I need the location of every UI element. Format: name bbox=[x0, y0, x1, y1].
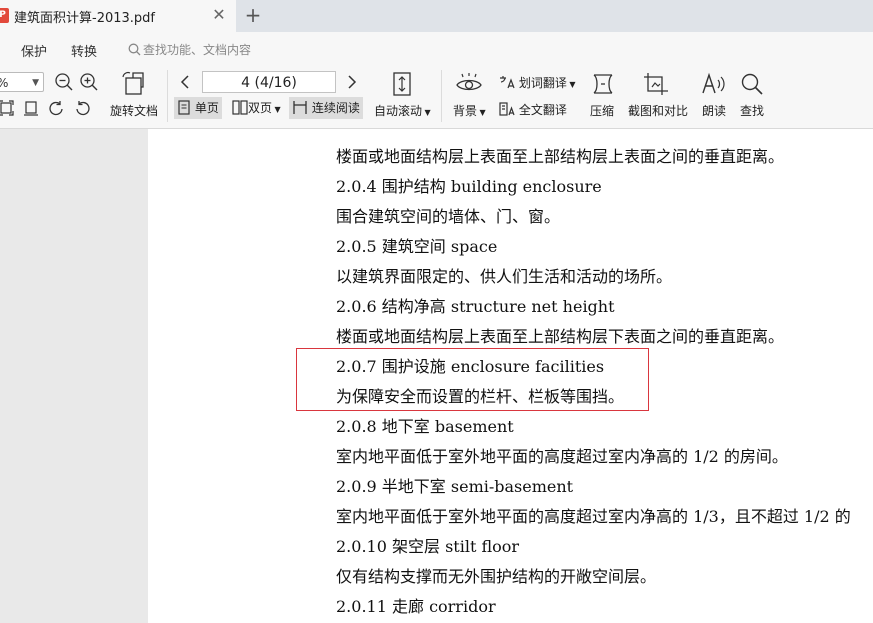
chevron-left-icon[interactable] bbox=[179, 74, 191, 90]
word-translate-icon bbox=[500, 76, 515, 89]
menu-bar: 保护 转换 查找功能、文档内容 bbox=[0, 32, 873, 66]
zoom-out-icon[interactable] bbox=[54, 72, 74, 92]
rotate-document-label[interactable]: 旋转文档 bbox=[110, 102, 158, 119]
rotate-right-icon[interactable] bbox=[73, 100, 91, 116]
doc-term-heading: 2.0.5 建筑空间 space bbox=[336, 237, 498, 256]
close-tab-icon[interactable]: ✕ bbox=[210, 5, 228, 25]
doc-term-heading: 2.0.4 围护结构 building enclosure bbox=[336, 177, 602, 196]
doc-line: 室内地平面低于室外地平面的高度超过室内净高的 1/3，且不超过 1/2 的 bbox=[336, 507, 851, 526]
document-page[interactable]: · · · · · · · · · · 楼面或地面结构层上表面至上部结构层上表面… bbox=[148, 129, 873, 623]
background-label: 背景 bbox=[453, 104, 478, 118]
toolbar-divider bbox=[167, 70, 168, 122]
tab-bar: P 建筑面积计算-2013.pdf ✕ + bbox=[0, 0, 873, 32]
single-page-icon bbox=[178, 100, 190, 115]
chevron-down-icon: ▼ bbox=[422, 108, 431, 117]
chevron-down-icon: ▼ bbox=[32, 78, 39, 88]
search-box[interactable]: 查找功能、文档内容 bbox=[128, 41, 251, 58]
full-translate-label: 全文翻译 bbox=[518, 103, 567, 117]
zoom-in-icon[interactable] bbox=[79, 72, 99, 92]
read-aloud-icon[interactable] bbox=[701, 71, 727, 97]
doc-term-heading: 2.0.8 地下室 basement bbox=[336, 417, 514, 436]
full-translate-button[interactable]: 全文翻译 bbox=[499, 101, 567, 118]
zoom-value: % bbox=[0, 76, 8, 90]
left-panel bbox=[0, 129, 148, 623]
word-translate-label: 划词翻译 bbox=[518, 76, 567, 90]
double-page-icon bbox=[232, 100, 248, 115]
single-page-button[interactable]: 单页 bbox=[174, 97, 222, 119]
doc-term-heading: 2.0.10 架空层 stilt floor bbox=[336, 537, 520, 556]
search-placeholder: 查找功能、文档内容 bbox=[143, 43, 252, 57]
partial-clipped-line: · · · · · · · · · · bbox=[336, 129, 433, 134]
search-icon bbox=[128, 43, 141, 56]
highlight-box bbox=[296, 348, 649, 411]
doc-line: 楼面或地面结构层上表面至上部结构层上表面之间的垂直距离。 bbox=[336, 147, 785, 166]
continuous-reading-icon bbox=[293, 101, 307, 114]
chevron-down-icon: ▼ bbox=[477, 108, 486, 117]
continuous-reading-button[interactable]: 连续阅读 bbox=[289, 97, 363, 119]
new-tab-button[interactable]: + bbox=[243, 4, 263, 26]
read-aloud-label[interactable]: 朗读 bbox=[702, 102, 726, 119]
chevron-right-icon[interactable] bbox=[346, 74, 358, 90]
screenshot-compare-label[interactable]: 截图和对比 bbox=[628, 102, 688, 119]
rotate-left-icon[interactable] bbox=[48, 100, 66, 116]
screenshot-compare-icon[interactable] bbox=[643, 72, 669, 96]
toolbar-divider bbox=[441, 70, 442, 122]
continuous-reading-label: 连续阅读 bbox=[311, 101, 360, 115]
doc-line: 以建筑界面限定的、供人们生活和活动的场所。 bbox=[336, 267, 673, 286]
page-number-input[interactable]: 4 (4/16) bbox=[202, 71, 336, 93]
background-button[interactable]: 背景 ▼ bbox=[453, 102, 486, 119]
full-translate-icon bbox=[499, 102, 515, 116]
eye-icon[interactable] bbox=[455, 72, 483, 94]
pdf-file-icon: P bbox=[0, 8, 9, 23]
find-icon[interactable] bbox=[740, 72, 764, 96]
fit-page-icon[interactable] bbox=[0, 100, 14, 116]
doc-term-heading: 2.0.9 半地下室 semi-basement bbox=[336, 477, 574, 496]
chevron-down-icon: ▼ bbox=[272, 105, 281, 114]
document-tab[interactable]: P 建筑面积计算-2013.pdf ✕ bbox=[0, 0, 236, 32]
fit-width-icon[interactable] bbox=[23, 100, 39, 116]
document-tab-title: 建筑面积计算-2013.pdf bbox=[14, 11, 155, 26]
zoom-select[interactable]: %▼ bbox=[0, 72, 44, 92]
auto-scroll-button[interactable]: 自动滚动 ▼ bbox=[374, 102, 431, 119]
auto-scroll-label: 自动滚动 bbox=[374, 104, 423, 118]
rotate-document-icon[interactable] bbox=[121, 70, 147, 96]
compress-icon[interactable] bbox=[591, 72, 615, 96]
toolbar: %▼ 旋转文档 4 (4/16) 单页 双页 ▼ 连续阅读 自动滚动 ▼ 背景 … bbox=[0, 66, 873, 129]
word-translate-button[interactable]: 划词翻译 ▼ bbox=[499, 74, 576, 91]
doc-line: 围合建筑空间的墙体、门、窗。 bbox=[336, 207, 561, 226]
doc-term-heading: 2.0.11 走廊 corridor bbox=[336, 597, 496, 616]
menu-convert[interactable]: 转换 bbox=[71, 41, 97, 60]
find-label[interactable]: 查找 bbox=[740, 102, 764, 119]
double-page-label: 双页 bbox=[248, 101, 273, 115]
doc-term-heading: 2.0.6 结构净高 structure net height bbox=[336, 297, 615, 316]
doc-line: 楼面或地面结构层上表面至上部结构层下表面之间的垂直距离。 bbox=[336, 327, 785, 346]
auto-scroll-icon[interactable] bbox=[390, 71, 414, 97]
doc-line: 室内地平面低于室外地平面的高度超过室内净高的 1/2 的房间。 bbox=[336, 447, 788, 466]
menu-protect[interactable]: 保护 bbox=[21, 41, 47, 60]
single-page-label: 单页 bbox=[194, 101, 219, 115]
chevron-down-icon: ▼ bbox=[566, 80, 576, 89]
compress-label[interactable]: 压缩 bbox=[590, 102, 614, 119]
doc-line: 仅有结构支撑而无外围护结构的开敞空间层。 bbox=[336, 567, 657, 586]
double-page-button[interactable]: 双页 ▼ bbox=[229, 97, 284, 119]
